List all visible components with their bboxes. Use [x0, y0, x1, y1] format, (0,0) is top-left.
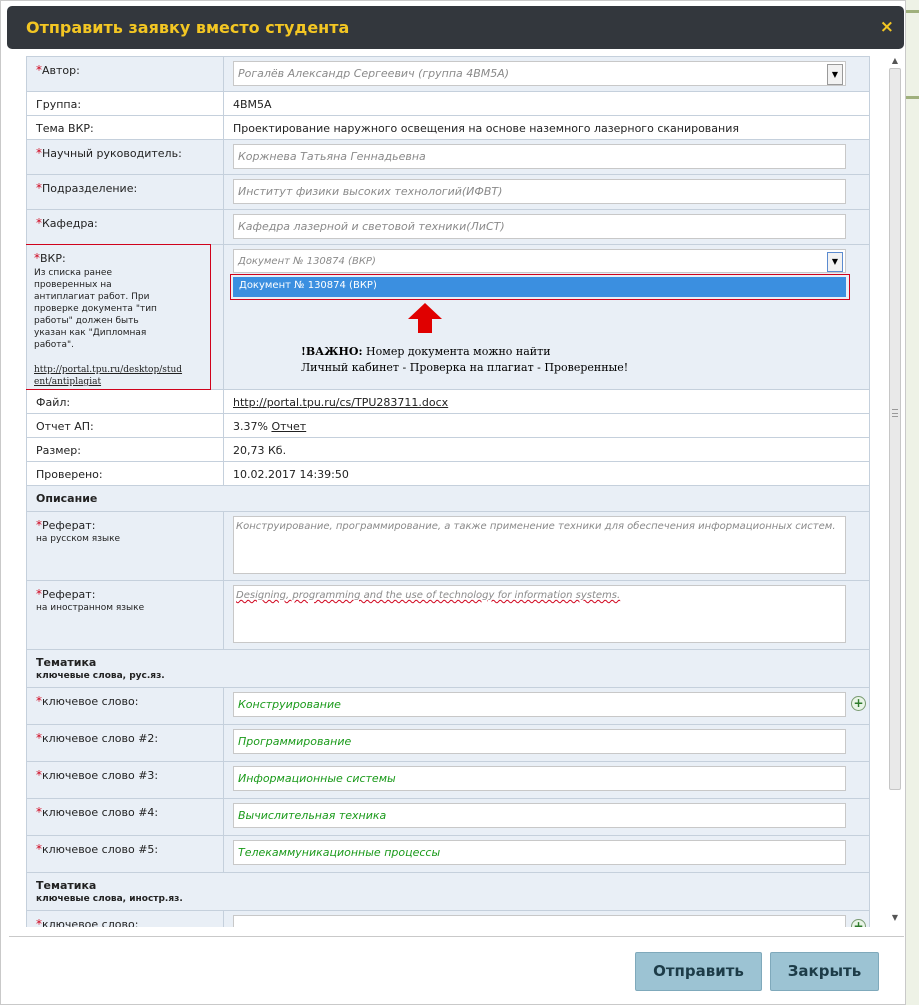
abstract-en-textarea[interactable]: Designing, programming and the use of te…: [233, 585, 846, 643]
keyword-ru-field[interactable]: Информационные системы: [233, 766, 846, 791]
keyword-ru-label: *ключевое слово #2:: [26, 724, 224, 762]
supervisor-label: *Научный руководитель:: [26, 139, 224, 175]
author-value: Рогалёв Александр Сергеевич (группа 4ВМ5…: [238, 67, 510, 80]
grip-icon: [892, 409, 898, 417]
vkr-note-line2: Личный кабинет - Проверка на плагиат - П…: [301, 361, 629, 374]
plus-circle-icon[interactable]: +: [851, 919, 866, 927]
vkr-note-important: !ВАЖНО:: [301, 345, 363, 358]
scrollbar-thumb[interactable]: [889, 68, 901, 790]
author-label: *Автор:: [26, 56, 224, 92]
keyword-ru-field[interactable]: Телекаммуникационные процессы: [233, 840, 846, 865]
topics-en-title: Тематика: [36, 879, 97, 892]
footer-divider: [9, 936, 904, 937]
department-field[interactable]: Кафедра лазерной и световой техники(ЛиСТ…: [233, 214, 846, 239]
vkr-note-line1: Номер документа можно найти: [362, 345, 551, 358]
keyword-ru-label: *ключевое слово #3:: [26, 761, 224, 799]
antiplagiat-link[interactable]: http://portal.tpu.ru/desktop/student/ant…: [34, 365, 182, 387]
report-link[interactable]: Отчет: [271, 420, 306, 433]
vkr-option-highlighted[interactable]: Документ № 130874 (ВКР): [233, 277, 846, 297]
plus-circle-icon[interactable]: +: [851, 696, 866, 711]
keyword-ru-field[interactable]: Конструирование: [233, 692, 846, 717]
chevron-down-icon[interactable]: ▼: [827, 64, 843, 85]
submit-request-dialog: Отправить заявку вместо студента × *Авто…: [0, 0, 906, 1005]
abstract-ru-textarea[interactable]: Конструирование, программирование, а так…: [233, 516, 846, 574]
topics-ru-header: Тематика ключевые слова, рус.яз.: [26, 649, 870, 688]
topics-ru-sub: ключевые слова, рус.яз.: [36, 671, 165, 681]
vkr-select[interactable]: Документ № 130874 (ВКР) ▼: [233, 249, 846, 273]
keyword-ru-label: *ключевое слово #4:: [26, 798, 224, 836]
file-label: Файл:: [26, 389, 224, 414]
vkr-hint-box: *ВКР: Из списка ранее проверенных на ант…: [26, 244, 211, 390]
topics-en-sub: ключевые слова, иностр.яз.: [36, 894, 183, 904]
supervisor-field[interactable]: Коржнева Татьяна Геннадьевна: [233, 144, 846, 169]
scroll-up-icon[interactable]: ▲: [890, 56, 900, 66]
request-form: *Автор: Рогалёв Александр Сергеевич (гру…: [26, 56, 870, 927]
department-label: *Кафедра:: [26, 209, 224, 245]
keyword-ru-label: *ключевое слово #5:: [26, 835, 224, 873]
size-value: 20,73 Кб.: [223, 437, 870, 462]
group-value: 4ВМ5А: [223, 91, 870, 116]
vkr-option-outline: Документ № 130874 (ВКР): [230, 274, 850, 300]
abstract-ru-label: *Реферат: на русском языке: [26, 511, 224, 581]
topics-ru-title: Тематика: [36, 656, 97, 669]
submit-button[interactable]: Отправить: [635, 952, 762, 991]
red-up-arrow-icon: [408, 303, 442, 333]
abstract-ru-sub: на русском языке: [36, 534, 121, 544]
keyword-en-label: *ключевое слово:: [26, 910, 224, 927]
close-button[interactable]: Закрыть: [770, 952, 879, 991]
background-bar: [906, 96, 919, 99]
checked-label: Проверено:: [26, 461, 224, 486]
chevron-down-icon[interactable]: ▼: [827, 252, 843, 272]
vkr-note: !ВАЖНО: Номер документа можно найти Личн…: [301, 344, 628, 376]
scroll-down-icon[interactable]: ▼: [890, 913, 900, 923]
background-strip: [905, 0, 919, 1005]
division-field[interactable]: Институт физики высоких технологий(ИФВТ): [233, 179, 846, 204]
supervisor-value: Коржнева Татьяна Геннадьевна: [238, 150, 426, 163]
keyword-ru-label: *ключевое слово:: [26, 687, 224, 725]
keyword-ru-field[interactable]: Программирование: [233, 729, 846, 754]
size-label: Размер:: [26, 437, 224, 462]
checked-value: 10.02.2017 14:39:50: [223, 461, 870, 486]
background-bar: [906, 10, 919, 13]
topic-value: Проектирование наружного освещения на ос…: [223, 115, 870, 140]
author-select[interactable]: Рогалёв Александр Сергеевич (группа 4ВМ5…: [233, 61, 846, 86]
description-header: Описание: [26, 485, 870, 512]
close-icon[interactable]: ×: [880, 17, 894, 37]
dialog-titlebar: Отправить заявку вместо студента ×: [7, 6, 904, 49]
abstract-en-value: Designing, programming and the use of te…: [236, 590, 621, 601]
report-percent: 3.37%: [233, 420, 268, 433]
keyword-ru-field[interactable]: Вычислительная техника: [233, 803, 846, 828]
vkr-label: *ВКР:: [34, 251, 66, 265]
group-label: Группа:: [26, 91, 224, 116]
vertical-scrollbar[interactable]: ▲ ▼: [887, 56, 903, 927]
topic-label: Тема ВКР:: [26, 115, 224, 140]
department-value: Кафедра лазерной и световой техники(ЛиСТ…: [238, 220, 505, 233]
keyword-en-field[interactable]: [233, 915, 846, 927]
form-scroll-area[interactable]: *Автор: Рогалёв Александр Сергеевич (гру…: [26, 56, 870, 927]
abstract-en-sub: на иностранном языке: [36, 603, 145, 613]
dialog-title: Отправить заявку вместо студента: [26, 18, 350, 37]
file-link[interactable]: http://portal.tpu.ru/cs/TPU283711.docx: [233, 396, 448, 409]
topics-en-header: Тематика ключевые слова, иностр.яз.: [26, 872, 870, 911]
report-label: Отчет АП:: [26, 413, 224, 438]
division-value: Институт физики высоких технологий(ИФВТ): [238, 185, 503, 198]
vkr-hint: Из списка ранее проверенных на антиплаги…: [34, 268, 157, 350]
abstract-en-label: *Реферат: на иностранном языке: [26, 580, 224, 650]
division-label: *Подразделение:: [26, 174, 224, 210]
vkr-selected-value: Документ № 130874 (ВКР): [238, 256, 376, 267]
